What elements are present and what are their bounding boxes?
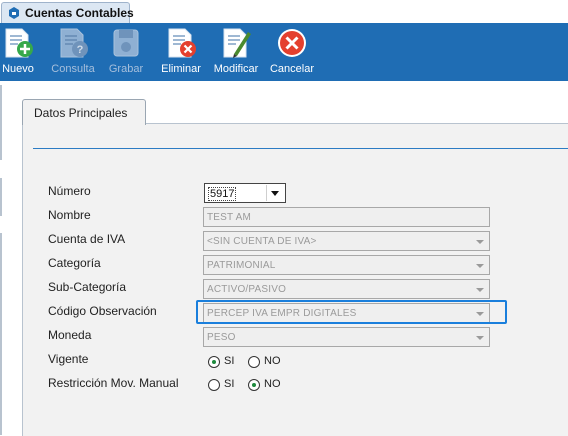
vigente-si-radio[interactable] — [208, 356, 220, 368]
toolbar: Nuevo ? Consulta Grabar Eliminar Modific… — [0, 23, 568, 81]
left-rail-divider — [0, 85, 2, 160]
numero-value: 5917 — [208, 187, 237, 201]
numero-combo[interactable]: 5917 — [204, 183, 286, 203]
combo-separator — [266, 185, 267, 201]
cancel-icon — [278, 29, 306, 57]
cancelar-label: Cancelar — [269, 63, 315, 75]
restriccion-si-label: SI — [224, 378, 235, 390]
moneda-label: Moneda — [48, 328, 92, 342]
moneda-select[interactable]: PESO — [203, 327, 490, 347]
categoria-label: Categoría — [48, 256, 101, 270]
subcategoria-label: Sub-Categoría — [48, 280, 127, 294]
modificar-button[interactable]: Modificar — [209, 23, 263, 81]
chevron-down-icon[interactable] — [476, 240, 484, 244]
vigente-si-label: SI — [224, 355, 235, 367]
nombre-label: Nombre — [48, 208, 91, 222]
vigente-no-radio[interactable] — [248, 356, 260, 368]
chevron-down-icon[interactable] — [271, 191, 279, 196]
window-tab-strip: Cuentas Contables — [0, 0, 568, 24]
categoria-value: PATRIMONIAL — [207, 260, 276, 271]
nuevo-label: Nuevo — [2, 63, 34, 75]
tab-datos-label: Datos Principales — [34, 106, 128, 120]
eliminar-button[interactable]: Eliminar — [157, 23, 205, 81]
left-rail-divider — [0, 178, 2, 216]
categoria-select[interactable]: PATRIMONIAL — [203, 255, 490, 275]
grabar-label: Grabar — [108, 63, 144, 75]
new-document-icon — [5, 28, 33, 58]
cuenta-iva-label: Cuenta de IVA — [48, 232, 126, 246]
vigente-no-label: NO — [264, 355, 281, 367]
chevron-down-icon[interactable] — [476, 288, 484, 292]
save-disk-icon — [113, 29, 139, 57]
codigo-observacion-label: Código Observación — [48, 304, 157, 318]
moneda-value: PESO — [207, 332, 236, 343]
cuenta-iva-select[interactable]: <SIN CUENTA DE IVA> — [203, 231, 490, 251]
codigo-observacion-highlight — [196, 300, 507, 324]
restriccion-label: Restricción Mov. Manual — [48, 376, 179, 390]
window-tab[interactable]: Cuentas Contables — [1, 2, 134, 23]
restriccion-si-radio[interactable] — [208, 379, 220, 391]
edit-document-icon — [223, 28, 251, 58]
delete-document-icon — [168, 28, 196, 58]
restriccion-no-radio[interactable] — [248, 379, 260, 391]
cuenta-iva-value: <SIN CUENTA DE IVA> — [207, 236, 317, 247]
eliminar-label: Eliminar — [161, 63, 201, 75]
subcategoria-value: ACTIVO/PASIVO — [207, 284, 287, 295]
restriccion-no-label: NO — [264, 378, 281, 390]
query-document-icon: ? — [60, 28, 88, 58]
cancelar-button[interactable]: Cancelar — [268, 23, 316, 81]
left-rail-divider — [0, 233, 2, 435]
subcategoria-select[interactable]: ACTIVO/PASIVO — [203, 279, 490, 299]
numero-label: Número — [48, 184, 91, 198]
nombre-value: TEST AM — [207, 212, 252, 223]
consulta-button[interactable]: ? Consulta — [48, 23, 98, 81]
chevron-down-icon[interactable] — [476, 264, 484, 268]
tab-datos-principales[interactable]: Datos Principales — [22, 99, 146, 125]
consulta-label: Consulta — [51, 63, 95, 75]
section-divider — [33, 148, 568, 149]
grabar-button[interactable]: Grabar — [103, 23, 149, 81]
vigente-label: Vigente — [48, 352, 89, 366]
svg-text:?: ? — [77, 44, 84, 56]
modificar-label: Modificar — [213, 63, 259, 75]
nombre-field[interactable]: TEST AM — [203, 207, 490, 227]
app-logo-icon — [9, 7, 19, 19]
window-title: Cuentas Contables — [25, 6, 134, 20]
nuevo-button[interactable]: Nuevo — [0, 23, 36, 81]
chevron-down-icon[interactable] — [476, 336, 484, 340]
